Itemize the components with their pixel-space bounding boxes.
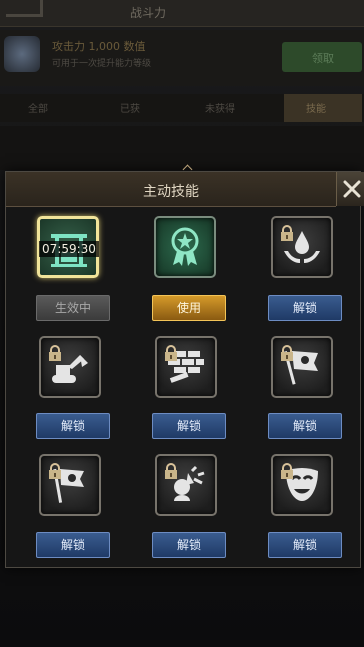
skill-unlock-button[interactable]: 解锁 (36, 532, 110, 558)
background-tab: 已获 (120, 104, 140, 115)
close-button[interactable] (336, 172, 364, 206)
lock-icon (281, 345, 293, 361)
skill-impact[interactable] (155, 454, 217, 516)
skill-unlock-button[interactable]: 解锁 (152, 532, 226, 558)
background-tab-active: 技能 (284, 94, 362, 122)
background-item-subtitle: 可用于一次提升能力等级 (52, 59, 152, 69)
skill-skull-flag[interactable] (271, 336, 333, 398)
skill-unlock-button[interactable]: 解锁 (268, 532, 342, 558)
background-tab: 未获得 (205, 104, 235, 115)
skill-award[interactable] (154, 216, 216, 278)
skill-brick-wall[interactable] (155, 336, 217, 398)
active-skills-dialog: 主动技能 07:59:30 生效中 使用 解锁 解锁 解锁 解锁 解锁 解锁 解… (5, 164, 364, 568)
lock-icon (49, 345, 61, 361)
close-icon (343, 180, 361, 198)
lock-icon (49, 463, 61, 479)
background-tab: 全部 (28, 104, 48, 115)
dialog-header: 主动技能 (6, 164, 336, 207)
back-arrow-icon (6, 0, 43, 17)
lock-icon (281, 225, 293, 241)
skill-water-hands[interactable] (271, 216, 333, 278)
background-topbar: 战斗力 (0, 0, 364, 27)
skill-use-button[interactable]: 使用 (152, 295, 226, 321)
skill-unlock-button[interactable]: 解锁 (268, 413, 342, 439)
lock-icon (165, 345, 177, 361)
background-row (0, 126, 364, 170)
skill-excavator[interactable] (39, 336, 101, 398)
skill-timer: 07:59:30 (39, 241, 99, 257)
skill-unlock-button[interactable]: 解锁 (268, 295, 342, 321)
gem-icon (4, 36, 40, 72)
award-ribbon-icon (171, 227, 199, 266)
skill-unlock-button[interactable]: 解锁 (36, 413, 110, 439)
lock-icon (281, 463, 293, 479)
dialog-title: 主动技能 (143, 184, 199, 200)
skill-theater-mask[interactable] (271, 454, 333, 516)
skill-harbor-crane[interactable]: 07:59:30 (37, 216, 99, 278)
skill-bomb-flag[interactable] (39, 454, 101, 516)
skill-status-button[interactable]: 生效中 (36, 295, 110, 321)
background-title: 战斗力 (130, 6, 167, 20)
background-item-title: 攻击力 1,000 数值 (52, 40, 146, 53)
lock-icon (165, 463, 177, 479)
skill-unlock-button[interactable]: 解锁 (152, 413, 226, 439)
background-claim-button: 领取 (282, 42, 362, 72)
